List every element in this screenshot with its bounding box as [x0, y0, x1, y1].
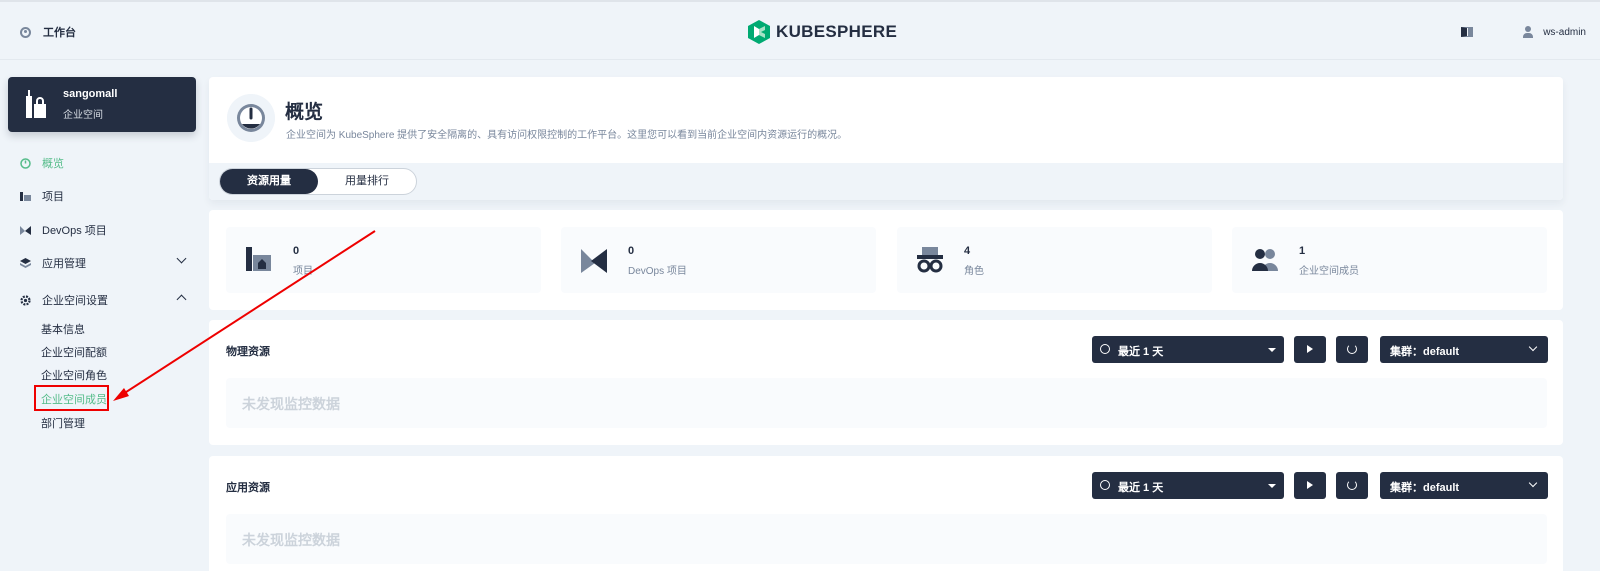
- panel-application-resources: 应用资源 最近 1 天 集群：default 未发现监控数据: [209, 456, 1563, 571]
- caret-down-icon: [1268, 348, 1276, 352]
- sidebar-item-app-management[interactable]: 应用管理: [20, 253, 187, 271]
- dashboard-gauge-icon: [227, 94, 275, 142]
- panel-physical-resources: 物理资源 最近 1 天 集群：default 未发现监控数据: [209, 320, 1563, 445]
- time-range-select[interactable]: 最近 1 天: [1092, 336, 1284, 363]
- workspace-name: sangomall: [63, 88, 118, 100]
- cluster-value: 集群：default: [1390, 482, 1460, 494]
- stats-row: 0 项目 0 DevOps 项目 4 角色 1 企业空间成员: [209, 210, 1563, 310]
- top-bar: 工作台 KUBESPHERE ws-admin: [0, 0, 1600, 60]
- sidebar-item-devops[interactable]: DevOps 项目: [20, 222, 185, 238]
- caret-down-icon: [1268, 484, 1276, 488]
- user-icon: [1523, 26, 1534, 38]
- sidebar-subitem-roles[interactable]: 企业空间角色: [41, 367, 107, 383]
- overview-header: 概览 企业空间为 KubeSphere 提供了安全隔离的、具有访问权限控制的工作…: [209, 77, 1563, 200]
- play-button[interactable]: [1294, 472, 1326, 499]
- annotation-highlight-box: [34, 385, 109, 411]
- page-description: 企业空间为 KubeSphere 提供了安全隔离的、具有访问权限控制的工作平台。…: [286, 130, 848, 141]
- sidebar-item-overview[interactable]: 概览: [20, 155, 185, 171]
- tabs-bar: 资源用量 用量排行: [209, 163, 1563, 200]
- time-range-value: 最近 1 天: [1118, 482, 1164, 494]
- cluster-value: 集群：default: [1390, 346, 1460, 358]
- tab-usage-ranking[interactable]: 用量排行: [318, 169, 416, 194]
- overview-icon: [20, 157, 31, 169]
- notes-icon[interactable]: [1461, 27, 1474, 37]
- devops-icon: [581, 249, 607, 273]
- empty-state: 未发现监控数据: [226, 378, 1547, 428]
- project-icon: [246, 247, 271, 271]
- members-icon: [1252, 249, 1278, 271]
- project-icon: [20, 191, 31, 201]
- sidebar-subitem-basic-info[interactable]: 基本信息: [41, 321, 85, 337]
- refresh-icon: [1347, 344, 1357, 354]
- workspace-icon: [26, 90, 46, 118]
- cluster-select[interactable]: 集群：default: [1380, 336, 1548, 363]
- sidebar-subitem-departments[interactable]: 部门管理: [41, 415, 85, 431]
- clock-icon: [1100, 344, 1110, 354]
- empty-state: 未发现监控数据: [226, 514, 1547, 564]
- play-icon: [1307, 345, 1313, 353]
- panel-title: 物理资源: [226, 346, 270, 358]
- time-range-value: 最近 1 天: [1118, 346, 1164, 358]
- settings-gear-icon: [20, 294, 31, 306]
- workbench-icon: [20, 26, 31, 38]
- sidebar-item-label: 应用管理: [42, 258, 86, 270]
- tab-resource-usage[interactable]: 资源用量: [220, 169, 318, 194]
- refresh-button[interactable]: [1336, 472, 1368, 499]
- stat-value: 0: [628, 245, 635, 257]
- app-management-icon: [20, 257, 31, 268]
- sidebar-subitem-quota[interactable]: 企业空间配额: [41, 344, 107, 360]
- logo-text: KUBESPHERE: [776, 22, 898, 41]
- refresh-button[interactable]: [1336, 336, 1368, 363]
- stat-card-devops: 0 DevOps 项目: [561, 227, 876, 293]
- refresh-icon: [1347, 480, 1357, 490]
- stat-value: 1: [1299, 245, 1306, 257]
- stat-card-members: 1 企业空间成员: [1232, 227, 1547, 293]
- workbench-link[interactable]: 工作台: [20, 24, 76, 40]
- workspace-type: 企业空间: [63, 110, 103, 121]
- user-menu[interactable]: ws-admin: [1543, 27, 1586, 38]
- stat-label: 企业空间成员: [1299, 266, 1359, 277]
- chevron-down-icon: [176, 253, 187, 264]
- kubesphere-logo[interactable]: KUBESPHERE: [748, 20, 897, 44]
- clock-icon: [1100, 480, 1110, 490]
- stat-value: 0: [293, 245, 300, 257]
- stat-card-roles: 4 角色: [897, 227, 1212, 293]
- sidebar-item-projects[interactable]: 项目: [20, 188, 185, 204]
- empty-text: 未发现监控数据: [242, 396, 340, 412]
- workbench-label: 工作台: [43, 27, 76, 39]
- stat-value: 4: [964, 245, 971, 257]
- workspace-card[interactable]: sangomall 企业空间: [8, 77, 196, 132]
- sidebar-item-label: 企业空间设置: [42, 295, 108, 307]
- sidebar-item-label: 概览: [42, 158, 64, 170]
- sidebar-item-workspace-settings[interactable]: 企业空间设置: [20, 292, 187, 308]
- tab-group: 资源用量 用量排行: [219, 168, 417, 195]
- sidebar-item-label: DevOps 项目: [42, 225, 107, 237]
- stat-card-projects: 0 项目: [226, 227, 541, 293]
- play-button[interactable]: [1294, 336, 1326, 363]
- stat-label: 角色: [964, 266, 984, 277]
- cluster-select[interactable]: 集群：default: [1380, 472, 1548, 499]
- kubesphere-logo-icon: [748, 20, 770, 44]
- chevron-down-icon: [1528, 342, 1538, 352]
- stat-label: DevOps 项目: [628, 266, 687, 277]
- stat-label: 项目: [293, 266, 313, 277]
- chevron-down-icon: [1528, 478, 1538, 488]
- sidebar-item-label: 项目: [42, 191, 64, 203]
- empty-text: 未发现监控数据: [242, 532, 340, 548]
- time-range-select[interactable]: 最近 1 天: [1092, 472, 1284, 499]
- role-icon: [917, 247, 943, 273]
- play-icon: [1307, 481, 1313, 489]
- devops-icon: [20, 225, 31, 235]
- page-title: 概览: [285, 102, 324, 123]
- panel-title: 应用资源: [226, 482, 270, 494]
- chevron-up-icon: [176, 294, 187, 305]
